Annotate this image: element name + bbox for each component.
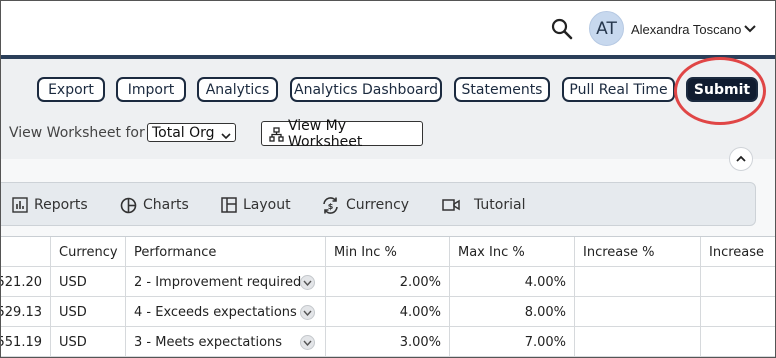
amount-cell: 521.20: [1, 267, 51, 297]
performance-cell[interactable]: 4 - Exceeds expectations: [126, 297, 326, 327]
tutorial-tool[interactable]: Tutorial: [442, 195, 525, 215]
worksheet-select[interactable]: Total Org: [147, 123, 236, 142]
view-my-worksheet-label: View My Worksheet: [288, 117, 363, 150]
increase-cell[interactable]: [701, 327, 775, 357]
performance-value: 3 - Meets expectations: [134, 334, 283, 350]
analytics-dashboard-button[interactable]: Analytics Dashboard: [290, 77, 442, 102]
app-frame: AT Alexandra Toscano Export Import Analy…: [0, 0, 776, 358]
performance-value: 4 - Exceeds expectations: [134, 304, 297, 320]
chevron-down-icon[interactable]: [300, 305, 315, 320]
video-camera-icon: [442, 199, 460, 211]
currency-tool[interactable]: $ Currency: [321, 195, 409, 215]
table-header-cell[interactable]: Currency: [51, 237, 126, 267]
amount-cell: 529.13: [1, 297, 51, 327]
table-header-cell[interactable]: Max Inc %: [450, 237, 575, 267]
reports-label: Reports: [34, 197, 88, 213]
worksheet-table: Currency Performance Min Inc % Max Inc %…: [1, 236, 775, 357]
performance-value: 2 - Improvement required: [134, 274, 302, 290]
min-inc-cell: 2.00%: [326, 267, 450, 297]
table-header-cell[interactable]: Min Inc %: [326, 237, 450, 267]
chevron-down-icon[interactable]: [743, 22, 757, 34]
table-row[interactable]: 551.19 USD 3 - Meets expectations 3.00% …: [1, 327, 775, 357]
performance-cell[interactable]: 2 - Improvement required: [126, 267, 326, 297]
currency-cell: USD: [51, 327, 126, 357]
layout-label: Layout: [243, 197, 291, 213]
reports-tool[interactable]: Reports: [12, 195, 88, 215]
pull-real-time-button[interactable]: Pull Real Time: [562, 77, 675, 102]
chevron-down-icon[interactable]: [300, 275, 315, 290]
currency-exchange-icon: $: [323, 196, 338, 214]
top-bar: AT Alexandra Toscano: [1, 1, 775, 55]
chevron-down-icon: [221, 128, 231, 140]
pie-chart-icon: [120, 197, 137, 213]
bar-chart-icon: [12, 197, 28, 213]
increase-cell[interactable]: [701, 267, 775, 297]
org-chart-icon: [269, 127, 284, 142]
search-icon[interactable]: [550, 17, 574, 41]
action-panel: Export Import Analytics Analytics Dashbo…: [1, 59, 775, 159]
tools-bar: Reports Charts Layout $ Currency Tutoria…: [1, 182, 756, 226]
increase-pct-cell[interactable]: [575, 297, 701, 327]
avatar[interactable]: AT: [589, 11, 624, 46]
view-worksheet-label: View Worksheet for :: [9, 125, 154, 141]
svg-text:$: $: [328, 202, 334, 211]
table-header-cell[interactable]: Performance: [126, 237, 326, 267]
submit-button[interactable]: Submit: [686, 77, 758, 102]
view-my-worksheet-button[interactable]: View My Worksheet: [261, 118, 423, 150]
statements-button[interactable]: Statements: [454, 77, 550, 102]
table-row[interactable]: 521.20 USD 2 - Improvement required 2.00…: [1, 267, 775, 297]
increase-cell[interactable]: [701, 297, 775, 327]
worksheet-select-value: Total Org: [152, 124, 215, 141]
table-header-row: Currency Performance Min Inc % Max Inc %…: [1, 237, 775, 267]
min-inc-cell: 3.00%: [326, 327, 450, 357]
max-inc-cell: 4.00%: [450, 267, 575, 297]
currency-cell: USD: [51, 267, 126, 297]
amount-cell: 551.19: [1, 327, 51, 357]
table-header-cell[interactable]: Increase: [701, 237, 775, 267]
charts-tool[interactable]: Charts: [120, 195, 189, 215]
layout-tool[interactable]: Layout: [221, 195, 291, 215]
performance-cell[interactable]: 3 - Meets expectations: [126, 327, 326, 357]
layout-icon: [221, 197, 237, 213]
table-header-cell[interactable]: Increase %: [575, 237, 701, 267]
charts-label: Charts: [143, 197, 189, 213]
max-inc-cell: 7.00%: [450, 327, 575, 357]
currency-cell: USD: [51, 297, 126, 327]
increase-pct-cell[interactable]: [575, 327, 701, 357]
currency-label: Currency: [346, 197, 410, 213]
max-inc-cell: 8.00%: [450, 297, 575, 327]
export-button[interactable]: Export: [37, 77, 105, 102]
import-button[interactable]: Import: [116, 77, 186, 102]
min-inc-cell: 4.00%: [326, 297, 450, 327]
chevron-up-icon[interactable]: [729, 147, 753, 171]
tutorial-label: Tutorial: [474, 197, 526, 213]
user-name[interactable]: Alexandra Toscano: [631, 22, 741, 37]
analytics-button[interactable]: Analytics: [197, 77, 278, 102]
table-row[interactable]: 529.13 USD 4 - Exceeds expectations 4.00…: [1, 297, 775, 327]
chevron-down-icon[interactable]: [300, 335, 315, 350]
table-header-cell: [1, 237, 51, 267]
increase-pct-cell[interactable]: [575, 267, 701, 297]
